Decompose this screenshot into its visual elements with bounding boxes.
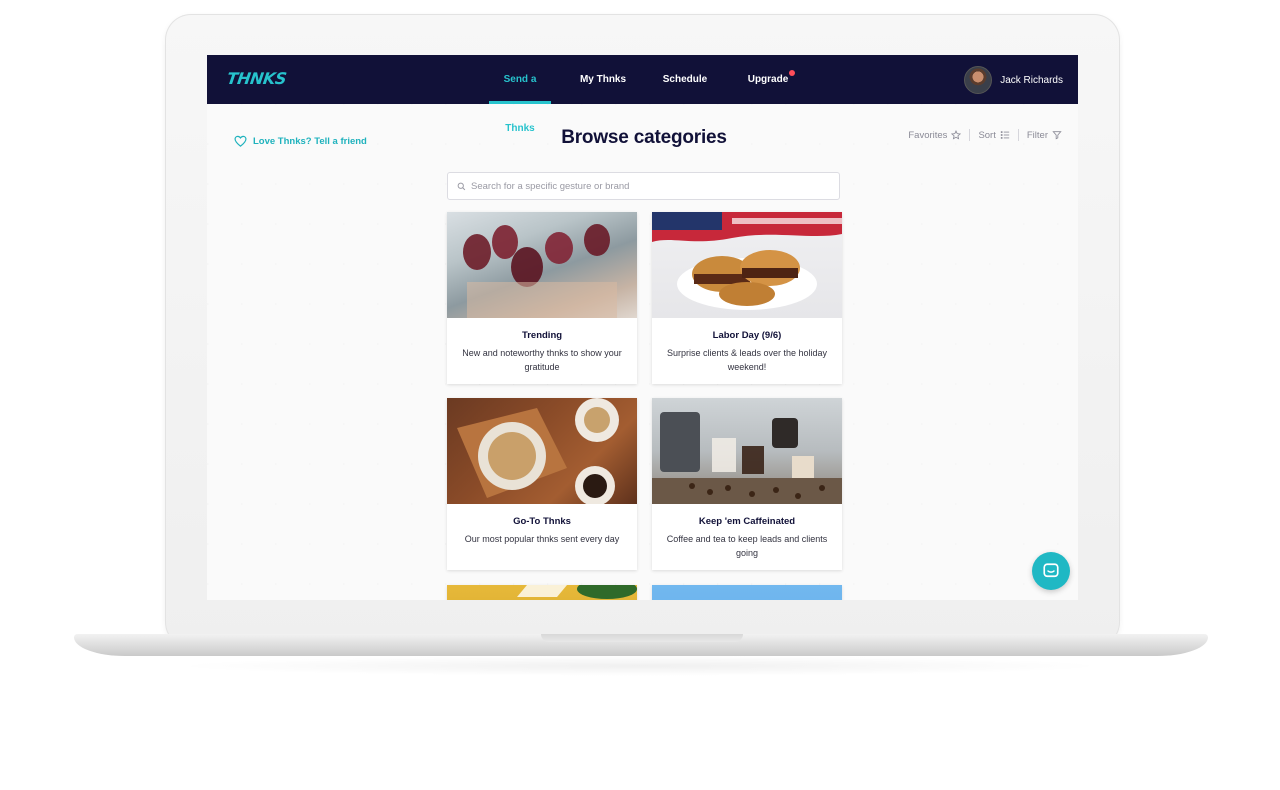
category-title: Keep 'em Caffeinated <box>698 516 796 527</box>
favorites-button[interactable]: Favorites <box>908 129 962 141</box>
user-menu[interactable]: Jack Richards <box>964 66 1063 94</box>
list-sort-icon <box>1000 131 1010 139</box>
user-avatar[interactable] <box>964 66 993 94</box>
category-image <box>447 398 637 504</box>
toolbar-divider <box>1017 129 1019 141</box>
category-card-trending[interactable]: Trending New and noteworthy thnks to sho… <box>447 212 637 384</box>
filter-button[interactable]: Filter <box>1027 130 1062 141</box>
category-image <box>652 398 842 504</box>
nav-upgrade[interactable]: Upgrade <box>745 55 791 104</box>
chat-launcher[interactable] <box>1032 552 1070 590</box>
category-title: Trending <box>521 330 563 341</box>
category-card-go-to-thnks[interactable]: Go-To Thnks Our most popular thnks sent … <box>447 398 637 570</box>
search-box[interactable] <box>447 172 840 200</box>
thnks-logo[interactable]: THNKS <box>226 69 288 88</box>
nav-my-thnks[interactable]: My Thnks <box>579 55 627 104</box>
laptop-shadow <box>170 656 1110 676</box>
category-description: Coffee and tea to keep leads and clients… <box>666 534 828 558</box>
search-icon <box>457 182 466 190</box>
tell-a-friend-label: Love Thnks? Tell a friend <box>253 135 367 147</box>
category-title: Go-To Thnks <box>513 516 571 527</box>
heart-icon <box>234 135 247 147</box>
top-nav: THNKS Send a Thnks My Thnks Schedule Upg… <box>207 55 1078 134</box>
filter-funnel-icon <box>1052 131 1062 140</box>
toolbar-divider <box>969 129 971 141</box>
nav-schedule[interactable]: Schedule <box>660 55 710 104</box>
category-image <box>652 212 842 318</box>
app-screen: THNKS Send a Thnks My Thnks Schedule Upg… <box>207 55 1078 600</box>
sort-button[interactable]: Sort <box>978 129 1010 141</box>
category-image <box>447 212 637 318</box>
user-name: Jack Richards <box>1000 74 1063 86</box>
star-icon <box>951 130 962 140</box>
category-card[interactable] <box>447 585 637 600</box>
category-image <box>652 585 842 600</box>
nav-send-a-thnks[interactable]: Send a Thnks <box>489 55 551 134</box>
category-image <box>447 585 637 600</box>
tell-a-friend-link[interactable]: Love Thnks? Tell a friend <box>234 135 367 147</box>
sort-label: Sort <box>978 129 996 141</box>
search-input[interactable] <box>471 180 811 192</box>
toolbar: Favorites Sort Filter <box>908 129 1062 141</box>
category-description: Surprise clients & leads over the holida… <box>666 348 828 372</box>
favorites-label: Favorites <box>908 129 948 141</box>
category-card-labor-day[interactable]: Labor Day (9/6) Surprise clients & leads… <box>652 212 842 384</box>
category-card[interactable] <box>652 585 842 600</box>
category-description: Our most popular thnks sent every day <box>464 534 620 544</box>
laptop-notch <box>541 634 743 642</box>
chat-bubble-icon <box>1043 563 1059 578</box>
category-title: Labor Day (9/6) <box>712 330 782 341</box>
filter-label: Filter <box>1026 129 1048 141</box>
category-description: New and noteworthy thnks to show your gr… <box>462 348 622 372</box>
page-title: Browse categories <box>561 127 727 148</box>
category-card-keep-em-caffeinated[interactable]: Keep 'em Caffeinated Coffee and tea to k… <box>652 398 842 570</box>
upgrade-notification-dot <box>789 70 795 76</box>
